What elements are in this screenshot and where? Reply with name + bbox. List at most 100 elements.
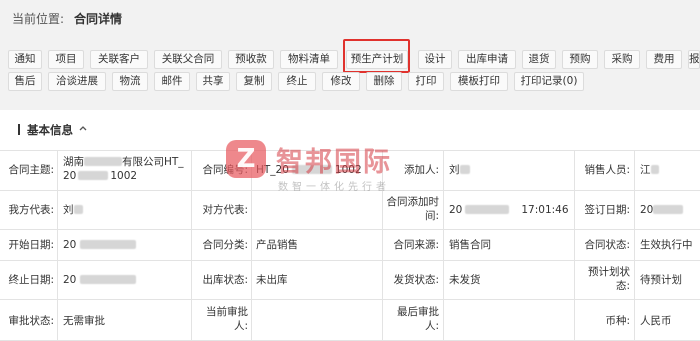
template-print-button[interactable]: 模板打印	[450, 72, 508, 91]
redacted-block	[650, 165, 659, 174]
end-date-value: 20	[63, 273, 187, 287]
advance-receipt-button[interactable]: 预收款	[228, 50, 274, 69]
grid-line	[443, 150, 444, 341]
approval-status-value: 无需审批	[63, 315, 105, 327]
sales-person-value: 江	[640, 163, 698, 177]
negotiation-progress-button[interactable]: 洽谈进展	[48, 72, 106, 91]
start-date-value: 20	[63, 238, 187, 252]
email-button[interactable]: 邮件	[154, 72, 190, 91]
added-time-part: 20	[449, 204, 463, 216]
delete-button[interactable]: 删除	[366, 72, 402, 91]
design-button[interactable]: 设计	[418, 50, 452, 69]
more-button[interactable]: 报	[688, 50, 700, 69]
end-date-text: 20	[63, 274, 77, 286]
plan-status-label-part: 态:	[615, 280, 630, 292]
redacted-block	[80, 275, 137, 284]
redacted-block	[291, 165, 332, 174]
chevron-up-icon[interactable]	[78, 123, 88, 133]
highlight-box	[343, 39, 410, 73]
contract-subject-value: 湖南 有限公司HT_ 20 1002	[63, 155, 191, 183]
contract-subject-label: 合同主题:	[8, 164, 54, 176]
return-button[interactable]: 退货	[522, 50, 556, 69]
breadcrumb-bar: 当前位置: 合同详情	[0, 0, 700, 36]
project-button[interactable]: 项目	[48, 50, 84, 69]
related-customer-button[interactable]: 关联客户	[90, 50, 148, 69]
status-label: 合同状态:	[584, 239, 630, 251]
redacted-block	[73, 205, 83, 214]
page-title: 合同详情	[74, 12, 123, 26]
outbound-status-value: 未出库	[256, 274, 288, 286]
contract-no-label: 合同编号:	[202, 164, 248, 176]
copy-button[interactable]: 复制	[236, 72, 272, 91]
approval-status-label: 审批状态:	[8, 315, 54, 327]
expense-button[interactable]: 费用	[646, 50, 682, 69]
after-sales-button[interactable]: 售后	[8, 72, 42, 91]
currency-label: 币种:	[605, 315, 630, 327]
our-rep-value: 刘	[63, 203, 187, 217]
logistics-button[interactable]: 物流	[112, 72, 148, 91]
plan-status-label: 预计划状态:	[577, 265, 630, 293]
status-value: 生效执行中	[640, 239, 693, 251]
outbound-request-button[interactable]: 出库申请	[458, 50, 516, 69]
notify-button[interactable]: 通知	[8, 50, 42, 69]
redacted-block	[84, 157, 122, 166]
contract-no-part: HT_20	[256, 164, 289, 176]
redacted-block	[459, 165, 470, 174]
section-title-basic-info[interactable]: 基本信息	[18, 122, 73, 138]
grid-line	[0, 260, 700, 261]
section-title-label: 基本信息	[27, 123, 73, 137]
added-time-label-part: 合同添加时	[386, 196, 440, 208]
final-approver-label: 最后审批 人:	[385, 305, 439, 333]
current-approver-label-part: 当前审批	[206, 306, 248, 318]
grid-line	[382, 150, 383, 341]
grid-line	[191, 150, 192, 341]
category-value: 产品销售	[256, 239, 298, 251]
contract-subject-part: 1002	[110, 170, 138, 182]
pre-purchase-button[interactable]: 预购	[562, 50, 598, 69]
breadcrumb: 当前位置: 合同详情	[12, 10, 122, 27]
added-by-label: 添加人:	[403, 164, 439, 176]
source-label: 合同来源:	[393, 239, 439, 251]
redacted-block	[465, 205, 510, 214]
added-time-value: 20 17:01:46	[449, 203, 573, 217]
print-button[interactable]: 打印	[408, 72, 444, 91]
grid-line	[0, 190, 700, 191]
contract-subject-part: 湖南	[63, 156, 84, 168]
contract-no-part: 1002	[334, 164, 362, 176]
sign-date-text: 20	[640, 204, 654, 216]
source-value: 销售合同	[449, 239, 491, 251]
added-time-label: 合同添加时 间:	[385, 195, 440, 223]
contract-subject-part: 有限公司HT_	[122, 156, 184, 168]
grid-line	[0, 229, 700, 230]
print-records-button[interactable]: 打印记录(0)	[514, 72, 584, 91]
grid-line	[251, 150, 252, 341]
bom-button[interactable]: 物料清单	[280, 50, 338, 69]
edit-button[interactable]: 修改	[322, 72, 360, 91]
our-rep-label: 我方代表:	[8, 204, 54, 216]
category-label: 合同分类:	[202, 239, 248, 251]
start-date-label: 开始日期:	[8, 239, 54, 251]
share-button[interactable]: 共享	[196, 72, 230, 91]
added-by-text: 刘	[449, 164, 460, 176]
redacted-block	[653, 205, 684, 214]
breadcrumb-label: 当前位置:	[12, 12, 65, 26]
added-by-value: 刘	[449, 163, 569, 177]
grid-line	[574, 150, 575, 341]
redacted-block	[78, 171, 109, 180]
our-rep-text: 刘	[63, 204, 74, 216]
sign-date-label: 签订日期:	[584, 204, 630, 216]
their-rep-label: 对方代表:	[202, 204, 248, 216]
grid-line	[634, 150, 635, 341]
final-approver-label-part: 最后审批	[397, 306, 439, 318]
end-date-label: 终止日期:	[8, 274, 54, 286]
ship-status-label: 发货状态:	[393, 274, 439, 286]
added-time-part: 17:01:46	[521, 204, 569, 216]
action-toolbar: 通知 项目 关联客户 关联父合同 预收款 物料清单 预生产计划 设计 出库申请 …	[0, 36, 700, 96]
grid-line	[0, 150, 700, 151]
related-parent-contract-button[interactable]: 关联父合同	[154, 50, 222, 69]
purchase-button[interactable]: 采购	[604, 50, 640, 69]
separator	[0, 96, 700, 110]
plan-status-label-part: 预计划状	[588, 266, 630, 278]
contract-no-value: HT_20 1002	[256, 163, 380, 177]
terminate-button[interactable]: 终止	[278, 72, 316, 91]
